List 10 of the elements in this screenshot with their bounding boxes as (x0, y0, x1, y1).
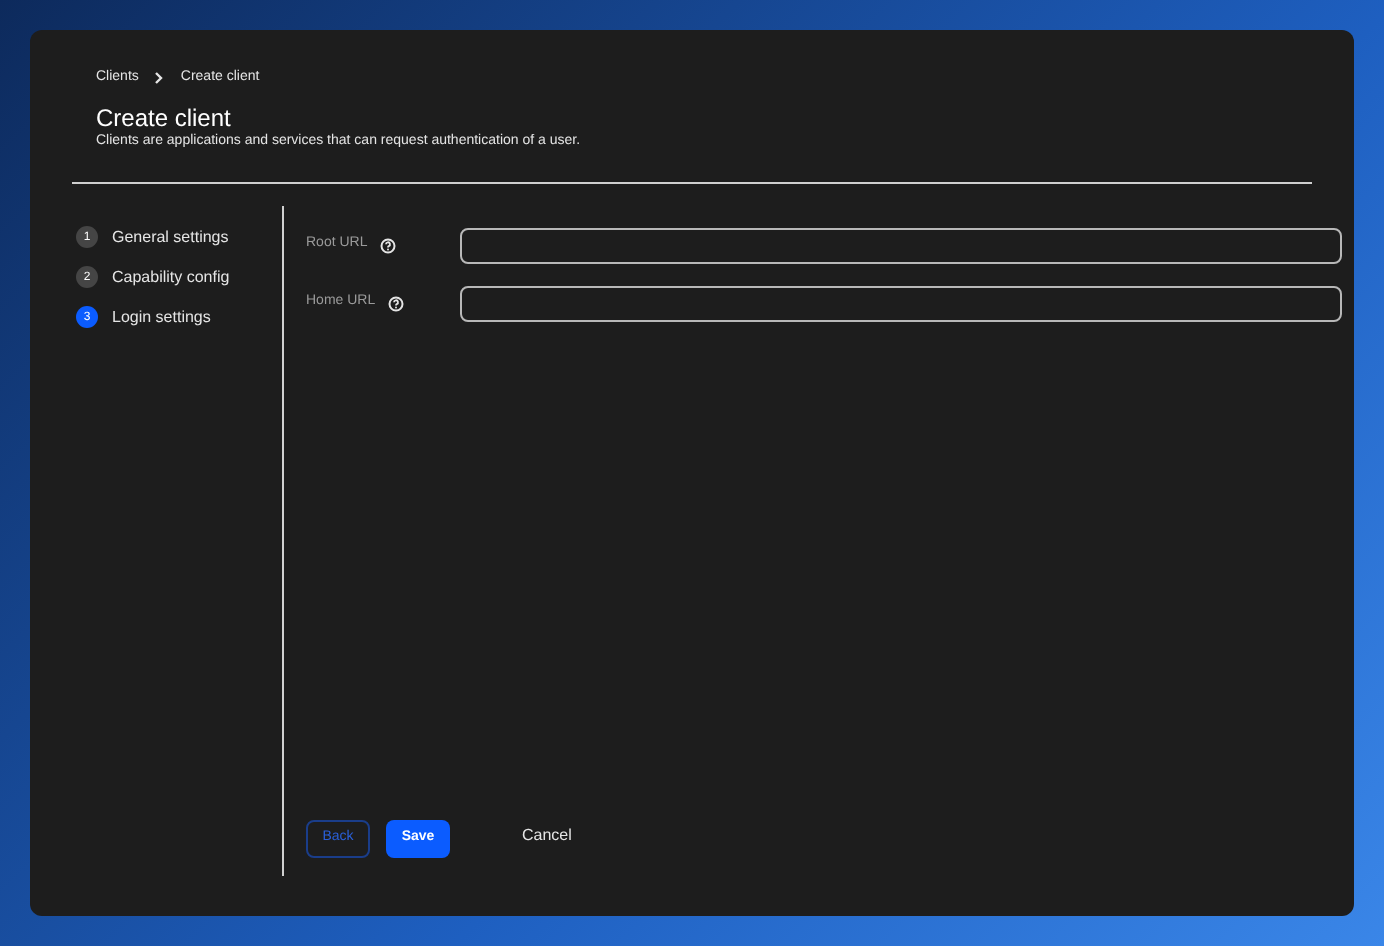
wizard-step[interactable]: Capability config (112, 265, 230, 289)
help-icon[interactable] (379, 237, 396, 253)
wizard-step[interactable]: Login settings (112, 305, 211, 329)
url-input[interactable] (460, 285, 1342, 321)
page-title: Create client (94, 103, 233, 131)
help-icon[interactable] (387, 295, 404, 311)
chevron-right-icon (154, 72, 165, 85)
url-input[interactable] (460, 227, 1342, 263)
cancel-button[interactable]: Cancel (506, 816, 588, 854)
wizard-step[interactable]: General settings (112, 225, 229, 249)
